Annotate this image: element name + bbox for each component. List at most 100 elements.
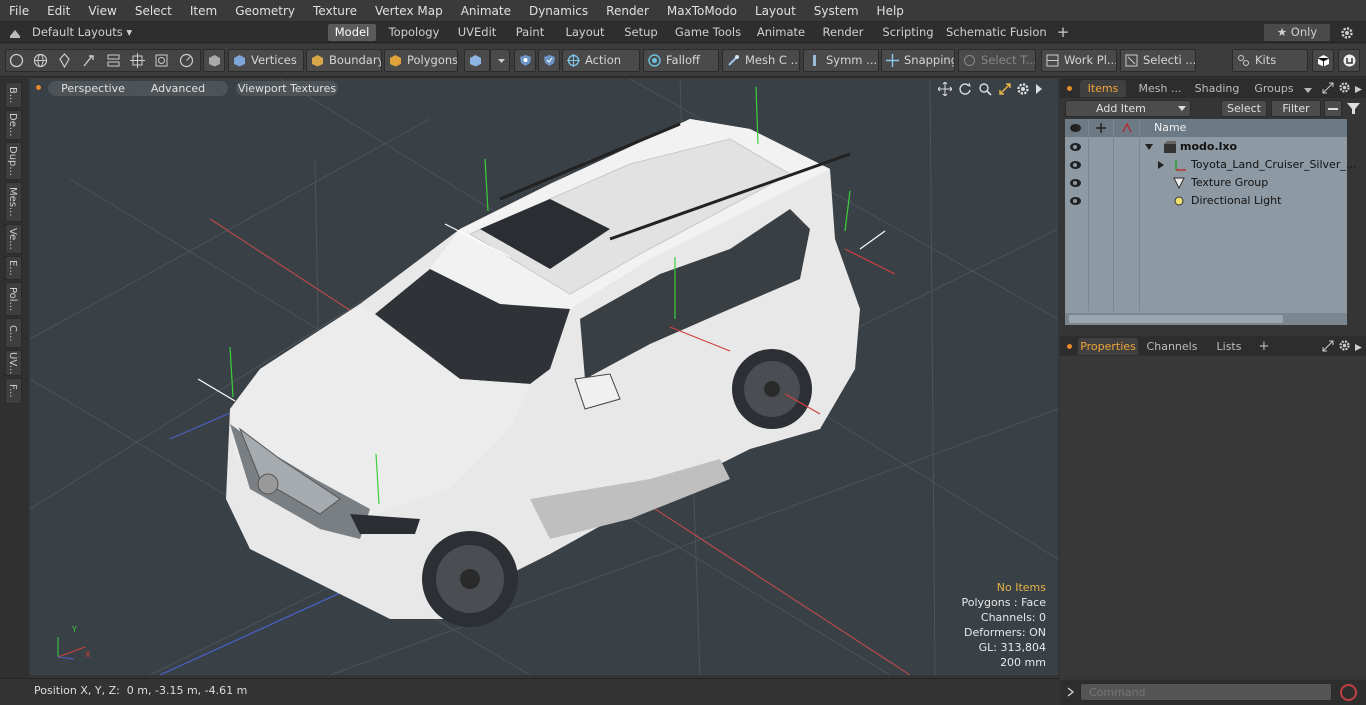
filter-button[interactable]: Filter [1271, 100, 1321, 117]
menu-texture[interactable]: Texture [304, 0, 366, 22]
expand-arrow-icon[interactable] [1034, 83, 1044, 95]
action-center-button[interactable]: Action [562, 49, 640, 72]
zoom-icon[interactable] [978, 82, 992, 96]
funnel-icon[interactable] [1346, 101, 1361, 116]
symmetry-button[interactable]: Symm ... [803, 49, 879, 72]
tab-paint[interactable]: Paint [508, 24, 552, 41]
panel-arrow-icon[interactable] [1354, 342, 1363, 351]
mesh-constraint-button[interactable]: Mesh C ... [722, 49, 800, 72]
vertices-button[interactable]: Vertices [228, 49, 304, 72]
tab-uvedit[interactable]: UVEdit [452, 24, 502, 41]
shield-icon[interactable] [538, 49, 560, 72]
sidebar-tab-mesh-edit[interactable]: Mes... [5, 182, 22, 222]
sidebar-tab-fusion[interactable]: F... [5, 378, 22, 404]
menu-render[interactable]: Render [597, 0, 658, 22]
menu-item[interactable]: Item [181, 0, 226, 22]
sidebar-tab-curve[interactable]: C... [5, 318, 22, 348]
tab-properties[interactable]: Properties [1078, 338, 1138, 355]
command-input[interactable] [1080, 683, 1332, 701]
gear-icon[interactable] [1340, 26, 1354, 40]
cube-icon[interactable] [1312, 49, 1334, 72]
material-mode-button[interactable] [464, 49, 490, 72]
perspective-button[interactable]: Perspective [48, 81, 138, 96]
move-view-icon[interactable] [937, 81, 953, 97]
tab-overflow-icon[interactable] [1304, 84, 1312, 93]
3d-viewport[interactable]: Y X Perspective Advanced Viewport Textur… [30, 79, 1058, 675]
tab-groups[interactable]: Groups [1248, 80, 1300, 97]
circle-select-icon[interactable] [9, 53, 24, 68]
item-row-scene[interactable]: modo.lxo [1065, 138, 1347, 156]
menu-vertex-map[interactable]: Vertex Map [366, 0, 452, 22]
panel-menu-dot-icon[interactable] [1067, 86, 1072, 91]
tab-schematic-fusion[interactable]: Schematic Fusion [946, 24, 1047, 41]
boundary-button[interactable]: Boundary [306, 49, 382, 72]
menu-select[interactable]: Select [126, 0, 181, 22]
kits-button[interactable]: Kits [1232, 49, 1308, 72]
align-icon[interactable] [106, 53, 121, 68]
globe-icon[interactable] [33, 53, 48, 68]
add-tab-button[interactable]: + [1054, 24, 1072, 41]
arc-icon[interactable] [179, 53, 194, 68]
add-panel-tab-button[interactable]: + [1256, 338, 1272, 355]
menu-maxtomodo[interactable]: MaxToModo [658, 0, 746, 22]
tab-scripting[interactable]: Scripting [876, 24, 940, 41]
tab-lists[interactable]: Lists [1206, 338, 1252, 355]
sidebar-tab-uv[interactable]: UV... [5, 350, 22, 376]
tab-render[interactable]: Render [816, 24, 870, 41]
panel-arrow-icon[interactable] [1354, 84, 1363, 93]
viewport-textures-button[interactable]: Viewport Textures [236, 81, 338, 96]
viewport-settings-icon[interactable] [1016, 82, 1030, 96]
brush-icon[interactable] [81, 53, 96, 68]
sidebar-tab-duplicate[interactable]: Dup... [5, 142, 22, 180]
advanced-button[interactable]: Advanced [128, 81, 228, 96]
layout-selector[interactable]: Default Layouts ▾ [32, 24, 132, 41]
visibility-eye-icon[interactable] [1070, 143, 1081, 151]
selection-sets-button[interactable]: Selecti ... [1120, 49, 1196, 72]
car-model[interactable] [226, 119, 860, 627]
scrollbar-thumb[interactable] [1069, 315, 1283, 323]
record-macro-icon[interactable] [1340, 684, 1357, 701]
add-item-button[interactable]: Add Item [1065, 100, 1191, 117]
select-through-button[interactable]: Select T... [958, 49, 1036, 72]
select-button[interactable]: Select [1221, 100, 1267, 117]
menu-layout[interactable]: Layout [746, 0, 805, 22]
symmetry-shield-icon[interactable] [514, 49, 536, 72]
sidebar-tab-deform[interactable]: De... [5, 110, 22, 140]
work-plane-button[interactable]: Work Pl... [1041, 49, 1117, 72]
tab-topology[interactable]: Topology [382, 24, 446, 41]
tab-mesh[interactable]: Mesh ... [1134, 80, 1186, 97]
sidebar-tab-edge[interactable]: E... [5, 256, 22, 280]
menu-system[interactable]: System [805, 0, 868, 22]
sidebar-tab-polygon[interactable]: Pol... [5, 282, 22, 316]
tab-game-tools[interactable]: Game Tools [670, 24, 746, 41]
panel-settings-icon[interactable] [1338, 339, 1351, 352]
tab-model[interactable]: Model [328, 24, 376, 41]
maximize-view-icon[interactable] [998, 82, 1012, 96]
tab-layout[interactable]: Layout [558, 24, 612, 41]
sidebar-tab-basic[interactable]: B... [5, 82, 22, 108]
unreal-icon[interactable] [1338, 49, 1360, 72]
layout-up-icon[interactable] [8, 26, 22, 39]
panel-maximize-icon[interactable] [1322, 82, 1334, 94]
menu-edit[interactable]: Edit [38, 0, 79, 22]
item-mode-button[interactable] [203, 49, 225, 72]
panel-settings-icon[interactable] [1338, 81, 1351, 94]
transform-icon[interactable] [130, 53, 145, 68]
tab-items[interactable]: Items [1080, 80, 1126, 97]
item-row-directional-light[interactable]: Directional Light [1065, 192, 1347, 210]
pen-icon[interactable] [57, 53, 72, 69]
item-row-texture-group[interactable]: Texture Group [1065, 174, 1347, 192]
menu-animate[interactable]: Animate [452, 0, 520, 22]
snapping-button[interactable]: Snapping [881, 49, 955, 72]
tab-animate[interactable]: Animate [752, 24, 810, 41]
polygons-button[interactable]: Polygons [384, 49, 458, 72]
menu-file[interactable]: File [0, 0, 38, 22]
panel-menu-dot-icon[interactable] [1067, 344, 1072, 349]
visibility-eye-icon[interactable] [1070, 161, 1081, 169]
viewport-menu-dot-icon[interactable] [36, 85, 41, 90]
menu-dynamics[interactable]: Dynamics [520, 0, 597, 22]
tab-shading[interactable]: Shading [1190, 80, 1244, 97]
tab-channels[interactable]: Channels [1144, 338, 1200, 355]
menu-view[interactable]: View [79, 0, 125, 22]
item-list-scrollbar[interactable] [1065, 313, 1347, 325]
